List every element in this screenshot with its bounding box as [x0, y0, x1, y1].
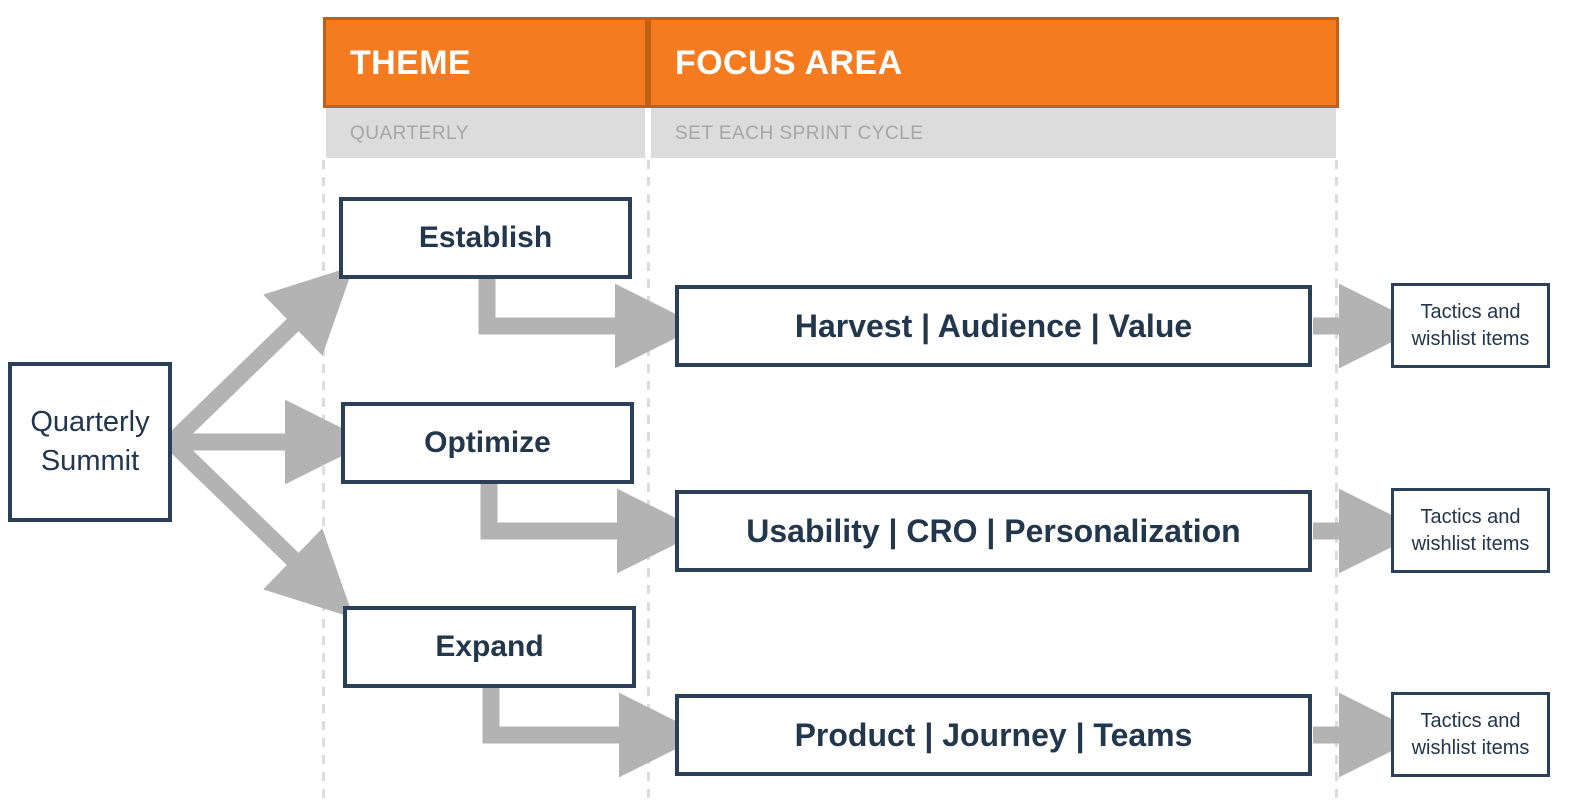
header-cell-theme: THEME: [323, 17, 648, 108]
node-outcome-establish-line1: Tactics and: [1420, 300, 1521, 323]
subheader-cadence-theme: QUARTERLY: [350, 122, 469, 144]
header-title-theme: THEME: [350, 43, 471, 82]
node-focus-area-expand[interactable]: Product | Journey | Teams: [675, 694, 1312, 776]
node-outcome-establish-label: Tactics and wishlist items: [1412, 299, 1530, 353]
node-outcome-expand-line2: wishlist items: [1411, 736, 1530, 759]
fan-arrow-establish: [166, 265, 354, 449]
node-quarterly-summit-line2: Summit: [40, 445, 140, 477]
node-outcome-expand-line1: Tactics and: [1420, 709, 1521, 732]
header-cell-focus-area: FOCUS AREA: [648, 17, 1339, 108]
node-focus-area-expand-label: Product | Journey | Teams: [794, 716, 1193, 753]
column-guide-focus-right: [1335, 160, 1338, 800]
subheader-cell-focus-area: SET EACH SPRINT CYCLE: [648, 108, 1339, 158]
node-outcome-optimize-line1: Tactics and: [1420, 505, 1521, 528]
node-focus-area-optimize-label: Usability | CRO | Personalization: [746, 512, 1241, 549]
node-theme-establish[interactable]: Establish: [339, 197, 632, 279]
node-quarterly-summit-line1: Quarterly: [30, 405, 150, 438]
node-outcome-optimize-label: Tactics and wishlist items: [1412, 504, 1530, 558]
subheader-cadence-focus-area: SET EACH SPRINT CYCLE: [675, 122, 924, 144]
elbow-arrow-establish-to-focus: [478, 279, 700, 369]
fan-arrow-expand: [166, 435, 354, 619]
column-guide-theme-right: [647, 160, 650, 800]
node-outcome-expand[interactable]: Tactics and wishlist items: [1391, 692, 1550, 777]
diagram-canvas: THEME FOCUS AREA QUARTERLY SET EACH SPRI…: [0, 0, 1571, 800]
node-theme-optimize[interactable]: Optimize: [341, 402, 634, 484]
node-theme-establish-label: Establish: [418, 221, 553, 254]
column-guide-theme-left: [322, 160, 325, 800]
node-theme-optimize-label: Optimize: [424, 426, 551, 459]
node-focus-area-establish[interactable]: Harvest | Audience | Value: [675, 285, 1312, 367]
node-focus-area-establish-label: Harvest | Audience | Value: [794, 307, 1193, 344]
node-quarterly-summit-label: Quarterly Summit: [30, 403, 149, 481]
node-theme-expand-label: Expand: [435, 630, 544, 663]
node-outcome-expand-label: Tactics and wishlist items: [1412, 708, 1530, 762]
node-theme-expand[interactable]: Expand: [343, 606, 636, 688]
node-outcome-optimize[interactable]: Tactics and wishlist items: [1391, 488, 1550, 573]
node-focus-area-optimize[interactable]: Usability | CRO | Personalization: [675, 490, 1312, 572]
elbow-arrow-expand-to-focus: [482, 688, 704, 778]
node-outcome-establish[interactable]: Tactics and wishlist items: [1391, 283, 1550, 368]
header-title-focus-area: FOCUS AREA: [675, 43, 903, 82]
node-outcome-establish-line2: wishlist items: [1411, 327, 1530, 350]
subheader-cell-theme: QUARTERLY: [323, 108, 648, 158]
node-outcome-optimize-line2: wishlist items: [1411, 532, 1530, 555]
elbow-arrow-optimize-to-focus: [480, 484, 702, 574]
node-quarterly-summit[interactable]: Quarterly Summit: [8, 362, 172, 522]
